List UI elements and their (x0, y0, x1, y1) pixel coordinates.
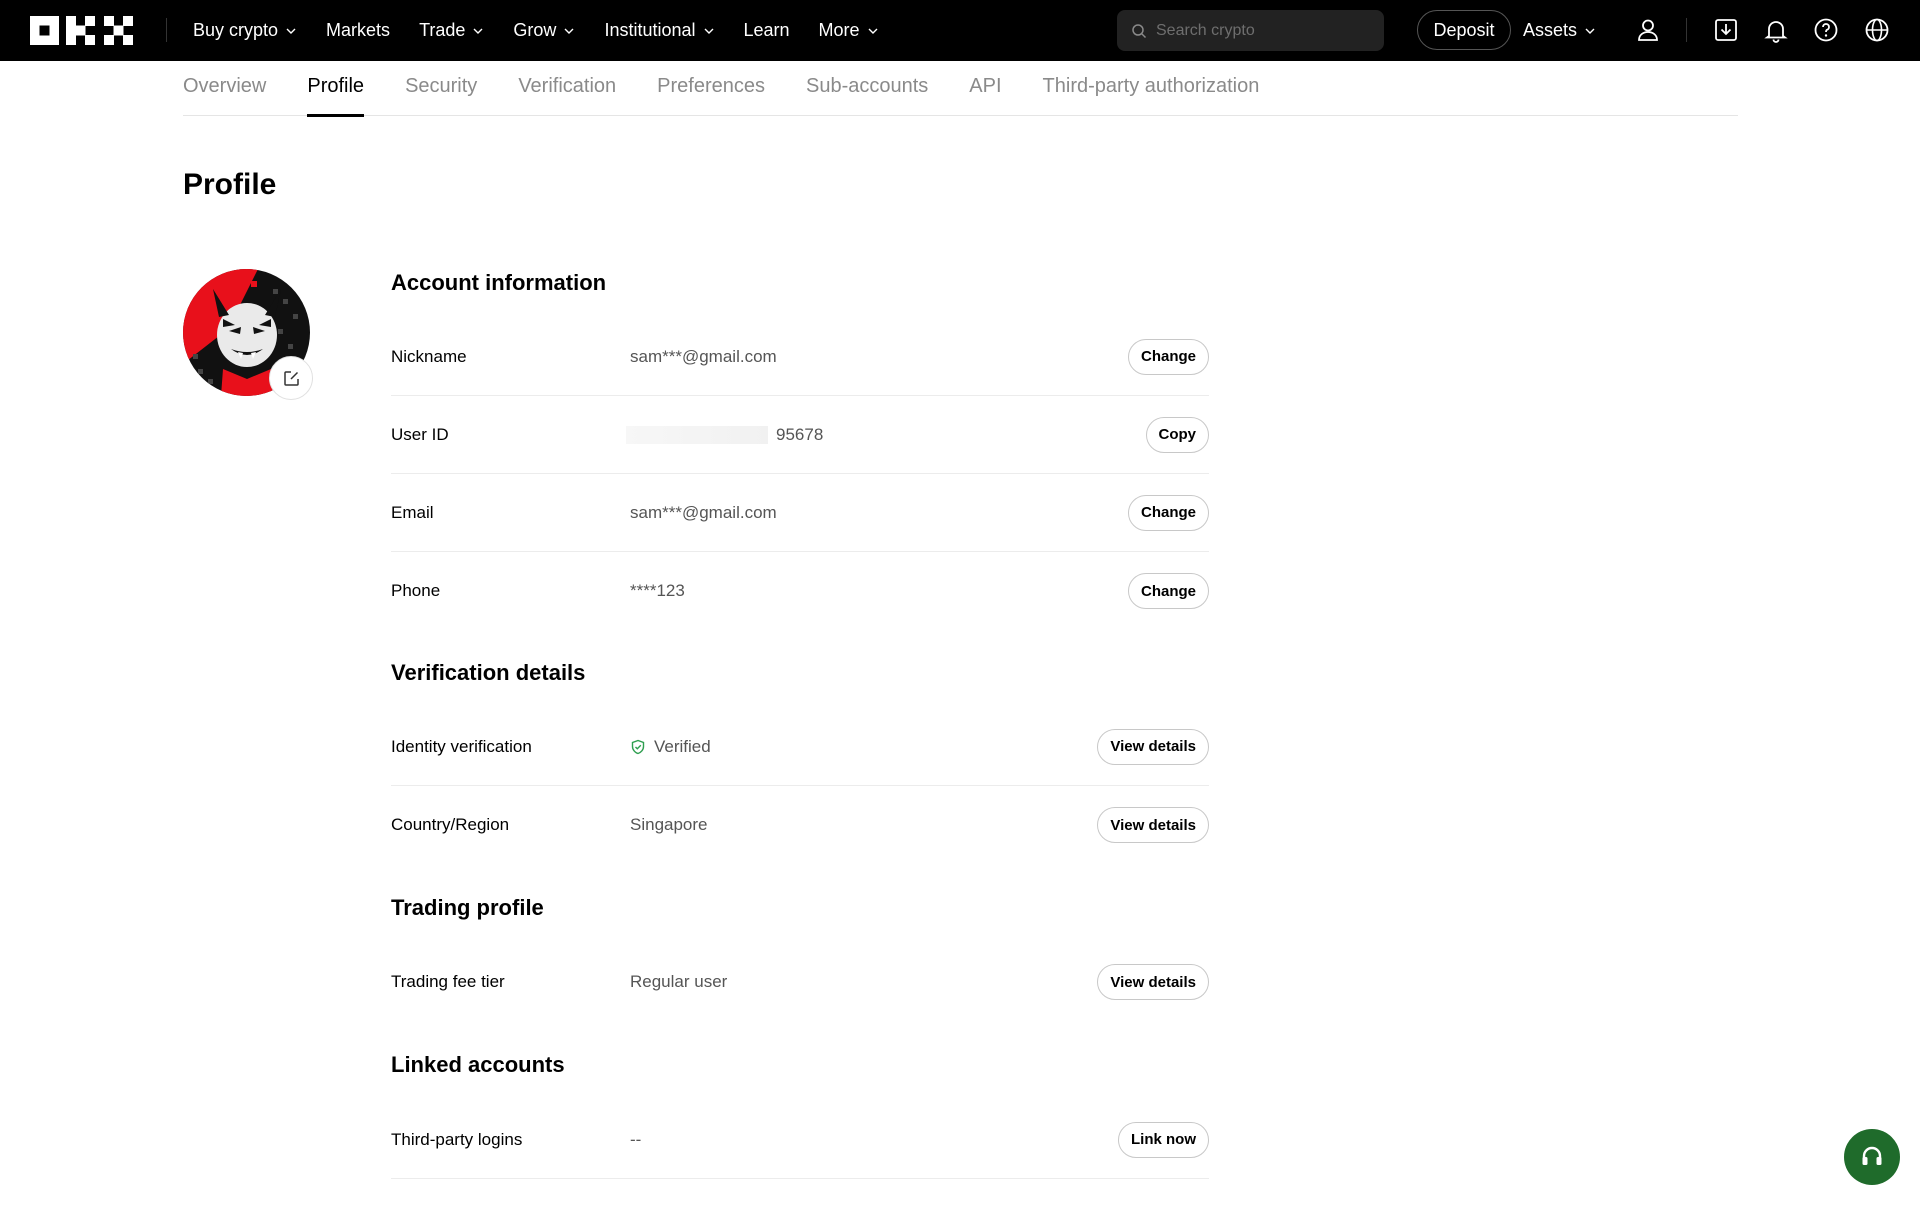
row-value: sam***@gmail.com (630, 503, 1128, 523)
okx-logo[interactable] (30, 16, 133, 45)
nav-buy-crypto[interactable]: Buy crypto (193, 20, 297, 41)
section-account-information: Account information (391, 270, 607, 295)
icon-divider (1686, 18, 1687, 42)
tab-sub-accounts[interactable]: Sub-accounts (806, 61, 928, 116)
nav-label: Institutional (604, 20, 696, 40)
nav-trade[interactable]: Trade (419, 20, 484, 41)
chevron-down-icon (1585, 28, 1595, 34)
nav-label: Buy crypto (193, 20, 279, 40)
tab-api[interactable]: API (969, 61, 1001, 116)
user-id-value: 95678 (776, 424, 824, 444)
view-country-details-button[interactable]: View details (1097, 807, 1209, 843)
row-country-region: Country/Region Singapore View details (391, 786, 1209, 864)
assets-label: Assets (1523, 20, 1578, 40)
view-fee-tier-details-button[interactable]: View details (1097, 964, 1209, 1000)
third-party-value: -- (630, 1129, 642, 1149)
top-navigation-bar: Buy crypto Markets Trade Grow Institutio… (0, 0, 1920, 61)
chevron-down-icon (564, 28, 574, 34)
row-value: 95678 (626, 424, 1146, 445)
help-icon[interactable] (1811, 15, 1841, 45)
nav-label: Learn (743, 20, 790, 40)
view-identity-details-button[interactable]: View details (1097, 728, 1209, 765)
nav-label: Grow (513, 20, 557, 40)
link-now-button[interactable]: Link now (1118, 1121, 1209, 1158)
row-value: Verified (630, 737, 1097, 757)
row-nickname: Nickname sam***@gmail.com Change (391, 318, 1209, 396)
nav-more[interactable]: More (819, 20, 879, 41)
change-phone-button[interactable]: Change (1127, 573, 1209, 609)
row-label: Email (391, 502, 434, 522)
row-value: Regular user (630, 972, 1097, 992)
section-linked-accounts: Linked accounts (391, 1052, 565, 1077)
fee-tier-value: Regular user (630, 972, 728, 991)
search-box[interactable] (1117, 10, 1384, 51)
nav-label: Trade (419, 20, 466, 40)
row-label: Third-party logins (391, 1129, 523, 1149)
deposit-button[interactable]: Deposit (1417, 10, 1511, 50)
row-label: Nickname (391, 346, 467, 366)
nav-grow[interactable]: Grow (513, 20, 575, 41)
profile-tabs: Overview Profile Security Verification P… (183, 61, 1738, 117)
row-email: Email sam***@gmail.com Change (391, 474, 1209, 552)
phone-value: ****123 (630, 581, 685, 600)
copy-user-id-button[interactable]: Copy (1145, 416, 1209, 453)
support-chat-button[interactable] (1844, 1129, 1900, 1185)
row-user-id: User ID 95678 Copy (391, 396, 1209, 474)
user-icon[interactable] (1633, 15, 1663, 45)
main-nav: Buy crypto Markets Trade Grow Institutio… (193, 0, 908, 61)
section-verification-details: Verification details (391, 660, 586, 685)
row-identity-verification: Identity verification Verified View deta… (391, 708, 1209, 786)
row-value: -- (630, 1130, 1118, 1150)
row-phone: Phone ****123 Change (391, 552, 1209, 630)
tab-profile[interactable]: Profile (307, 61, 364, 117)
row-label: Trading fee tier (391, 972, 505, 991)
row-value: sam***@gmail.com (630, 347, 1128, 367)
assets-menu[interactable]: Assets (1523, 0, 1596, 61)
row-trading-fee-tier: Trading fee tier Regular user View detai… (391, 943, 1209, 1021)
edit-icon (283, 370, 299, 386)
page-title: Profile (183, 168, 277, 201)
row-label: Phone (391, 581, 441, 600)
search-icon (1132, 23, 1147, 38)
nav-institutional[interactable]: Institutional (604, 20, 714, 41)
row-label: Country/Region (391, 815, 510, 834)
globe-icon[interactable] (1862, 15, 1892, 45)
nickname-value: sam***@gmail.com (630, 346, 777, 366)
chevron-down-icon (868, 28, 878, 34)
row-value: Singapore (630, 815, 1097, 835)
country-value: Singapore (630, 815, 708, 834)
tab-third-party-authorization[interactable]: Third-party authorization (1043, 61, 1260, 116)
masked-id-bar (626, 425, 768, 444)
shield-check-icon (630, 739, 646, 755)
row-third-party-logins: Third-party logins -- Link now (391, 1101, 1209, 1179)
section-trading-profile: Trading profile (391, 895, 544, 920)
nav-label: Markets (326, 20, 391, 40)
tab-verification[interactable]: Verification (518, 61, 616, 116)
change-email-button[interactable]: Change (1127, 494, 1209, 531)
tab-security[interactable]: Security (405, 61, 477, 116)
email-value: sam***@gmail.com (630, 502, 777, 522)
change-nickname-button[interactable]: Change (1127, 338, 1209, 375)
edit-avatar-button[interactable] (269, 356, 313, 400)
row-label: User ID (391, 424, 449, 444)
chevron-down-icon (473, 28, 483, 34)
headset-icon (1862, 1146, 1882, 1165)
chevron-down-icon (286, 28, 296, 34)
logo-divider (166, 18, 167, 42)
nav-markets[interactable]: Markets (326, 20, 390, 41)
nav-learn[interactable]: Learn (744, 20, 790, 41)
download-icon[interactable] (1711, 15, 1741, 45)
tab-overview[interactable]: Overview (183, 61, 266, 116)
bell-icon[interactable] (1761, 15, 1791, 45)
tab-preferences[interactable]: Preferences (657, 61, 765, 116)
nav-label: More (818, 20, 860, 40)
chevron-down-icon (704, 28, 713, 34)
search-input[interactable] (1156, 21, 1376, 40)
verification-status: Verified (654, 736, 711, 756)
row-label: Identity verification (391, 736, 532, 756)
row-value: ****123 (630, 581, 1128, 601)
